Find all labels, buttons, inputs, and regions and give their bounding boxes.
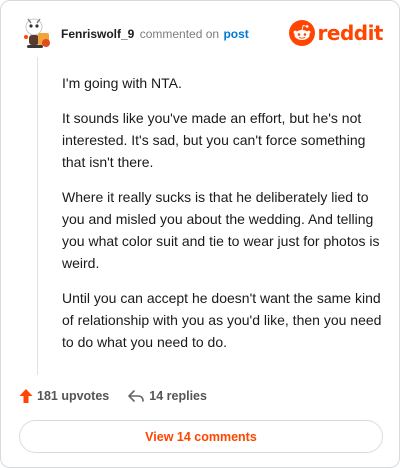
upvote-count: 181 upvotes bbox=[37, 389, 110, 403]
comment-paragraph: It sounds like you've made an effort, bu… bbox=[62, 110, 366, 170]
author-line: Fenriswolf_9 commented on post bbox=[61, 27, 249, 41]
action-text: commented on bbox=[139, 27, 220, 41]
reply-arrow-icon bbox=[128, 390, 145, 402]
replies-button[interactable]: 14 replies bbox=[127, 389, 207, 403]
author-name[interactable]: Fenriswolf_9 bbox=[61, 27, 134, 41]
comment-actions: 181 upvotes 14 replies bbox=[19, 385, 207, 407]
comment-paragraph: Until you can accept he doesn't want the… bbox=[62, 290, 382, 350]
comment-body: I'm going with NTA. It sounds like you'v… bbox=[62, 72, 382, 366]
comment-paragraph: I'm going with NTA. bbox=[62, 75, 182, 91]
thread-line[interactable] bbox=[37, 57, 38, 375]
replies-count: 14 replies bbox=[149, 389, 207, 403]
brand-wordmark: reddit bbox=[317, 21, 384, 45]
embedded-comment-card: Fenriswolf_9 commented on post reddit I'… bbox=[0, 0, 400, 468]
upvote-arrow-icon bbox=[19, 389, 33, 403]
upvote-button[interactable]: 181 upvotes bbox=[19, 388, 109, 404]
comment-header: Fenriswolf_9 commented on post reddit bbox=[19, 15, 384, 55]
post-link[interactable]: post bbox=[223, 27, 248, 41]
reddit-logo[interactable]: reddit bbox=[288, 19, 384, 47]
snoo-avatar-icon[interactable] bbox=[21, 15, 55, 51]
view-comments-button[interactable]: View 14 comments bbox=[19, 420, 383, 453]
reddit-snoo-icon bbox=[288, 20, 315, 46]
comment-paragraph: Where it really sucks is that he deliber… bbox=[62, 189, 380, 271]
